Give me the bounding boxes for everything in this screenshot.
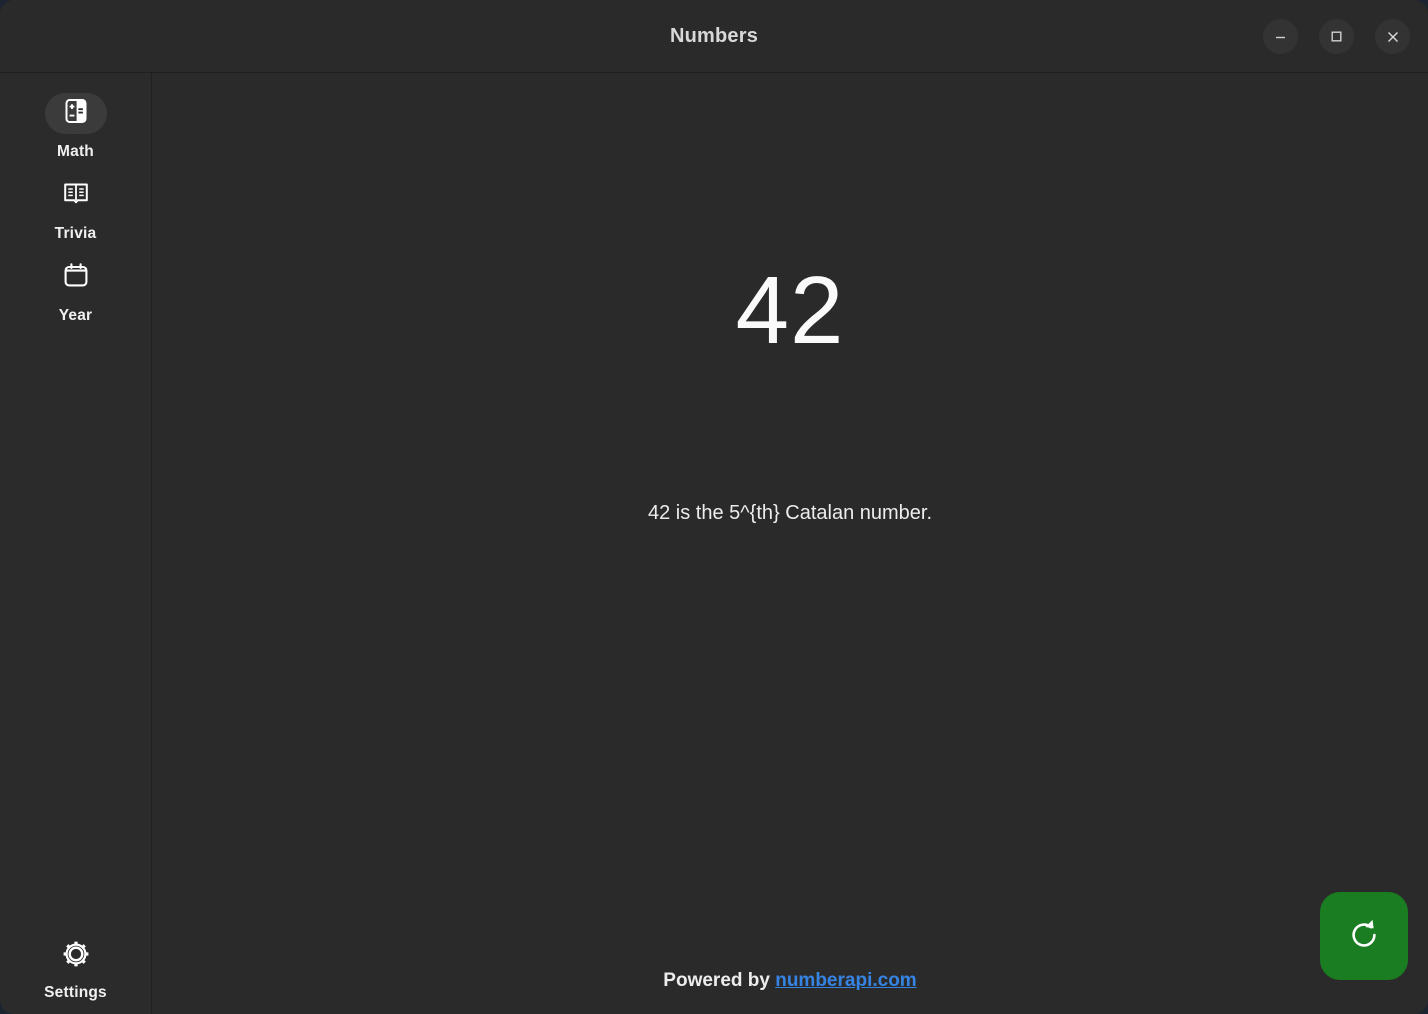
sidebar-item-math-pill xyxy=(44,93,107,134)
sidebar-item-trivia-label: Trivia xyxy=(54,225,97,242)
sidebar-item-trivia[interactable]: Trivia xyxy=(0,167,151,249)
refresh-icon xyxy=(1341,912,1387,961)
calculator-icon xyxy=(61,96,91,131)
window-title: Numbers xyxy=(669,24,759,47)
main-content: 42 42 is the 5^{th} Catalan number. Powe… xyxy=(152,73,1428,1014)
sidebar-item-trivia-pill xyxy=(45,175,107,216)
maximize-icon xyxy=(1329,29,1344,44)
sidebar-item-settings-pill xyxy=(45,936,107,977)
numberapi-link[interactable]: numberapi.com xyxy=(775,970,916,991)
sidebar-item-math-label: Math xyxy=(57,143,94,160)
footer-attribution: Powered by numberapi.com xyxy=(152,970,1428,992)
minimize-icon xyxy=(1273,29,1288,44)
close-icon xyxy=(1385,29,1401,45)
gear-icon xyxy=(60,938,92,975)
sidebar-item-settings[interactable]: Settings xyxy=(0,936,151,1014)
sidebar-item-settings-label: Settings xyxy=(44,984,107,1001)
number-display: 42 xyxy=(735,257,845,364)
titlebar: Numbers xyxy=(0,0,1428,73)
sidebar-item-math[interactable]: Math xyxy=(0,85,151,167)
minimize-button[interactable] xyxy=(1263,19,1298,54)
sidebar: Math Trivia Year Settings xyxy=(0,73,152,1014)
body-area: Math Trivia Year Settings 42 42 is the 5… xyxy=(0,73,1428,1014)
close-button[interactable] xyxy=(1375,19,1410,54)
maximize-button[interactable] xyxy=(1319,19,1354,54)
sidebar-item-year[interactable]: Year xyxy=(0,249,151,331)
refresh-button[interactable] xyxy=(1320,892,1408,980)
window-controls xyxy=(1263,0,1410,73)
sidebar-nav: Math Trivia Year xyxy=(0,85,151,331)
sidebar-item-year-pill xyxy=(45,257,107,298)
footer-prefix: Powered by xyxy=(663,970,776,991)
calendar-icon xyxy=(61,260,91,295)
fact-text: 42 is the 5^{th} Catalan number. xyxy=(647,502,933,524)
app-window: Numbers Math Trivia Year Settings 42 42 … xyxy=(0,0,1428,1014)
sidebar-item-year-label: Year xyxy=(58,307,93,324)
open-book-icon xyxy=(61,178,91,213)
